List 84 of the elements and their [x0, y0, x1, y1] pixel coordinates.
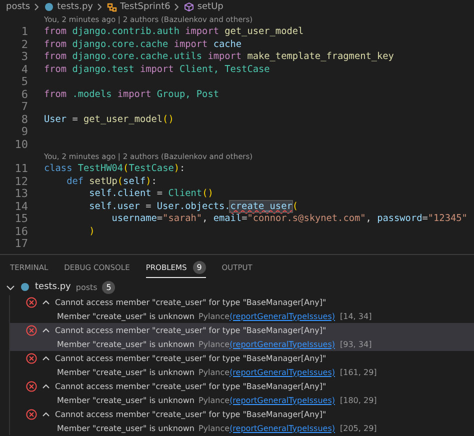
- problem-detail: Member "create_user" is unknown: [57, 396, 194, 404]
- breadcrumb-item[interactable]: setUp: [197, 2, 224, 12]
- breadcrumb-item[interactable]: tests.py: [57, 2, 94, 12]
- problem-position: [205, 29]: [340, 424, 377, 432]
- problem-message: Cannot access member "create_user" for type "BaseManager[Any]": [55, 410, 326, 418]
- line-number: 17: [14, 238, 28, 250]
- code-line: User = get_user_model(): [44, 114, 174, 126]
- problem-position: [180, 29]: [340, 396, 377, 404]
- problem-detail: Member "create_user" is unknown: [57, 368, 194, 376]
- problem-detail: Member "create_user" is unknown: [57, 340, 194, 348]
- problem-source: Pylance: [198, 312, 230, 320]
- python-file-icon: [20, 282, 30, 292]
- chevron-icon[interactable]: [6, 282, 15, 292]
- code-line: class TestHW04(TestCase):: [44, 163, 186, 176]
- code-line: from django.test import Client, TestCase: [44, 64, 270, 76]
- class-icon: [107, 2, 118, 12]
- code-line: self.client = Client(): [88, 188, 214, 200]
- rule-link[interactable]: (reportGeneralTypeIssues): [230, 368, 335, 376]
- line-number: 5: [20, 76, 28, 88]
- line-number: 6: [20, 88, 28, 101]
- count-badge: 5: [102, 280, 116, 294]
- problem-message: Cannot access member "create_user" for type "BaseManager[Any]": [55, 298, 326, 306]
- problem-item[interactable]: Cannot access member "create_user" for type "BaseManager[Any]" Member "create_user" is unknown Pylance(reportGeneralTypeIssues) [161, 29]: [9, 351, 474, 379]
- problem-source: Pylance: [198, 424, 230, 432]
- error-icon: [26, 324, 37, 336]
- line-number: 14: [14, 200, 28, 213]
- cube-icon: [184, 2, 194, 12]
- line-number: 2: [20, 38, 28, 51]
- line-number: 15: [14, 213, 28, 226]
- line-number: 1: [20, 26, 28, 38]
- problem-source: Pylance: [198, 368, 230, 376]
- line-number: 3: [20, 51, 28, 64]
- code-line: from django.core.cache import cache: [44, 38, 242, 51]
- code-line: username="sarah", email="connor.s@skynet.com", password="12345": [110, 213, 468, 226]
- code-line: from django.core.cache.utils import make_template_fragment_key: [44, 51, 394, 64]
- line-number: 4: [20, 64, 28, 76]
- chevron-icon: [173, 3, 182, 11]
- problem-position: [93, 34]: [340, 340, 372, 348]
- line-number: 13: [14, 188, 28, 200]
- code-line: self.user = User.objects.create_user(: [88, 200, 298, 213]
- problem-detail: Member "create_user" is unknown: [57, 312, 194, 320]
- problem-position: [161, 29]: [340, 368, 377, 376]
- folder-name: posts: [76, 282, 98, 292]
- error-icon: [26, 408, 37, 420]
- rule-link[interactable]: (reportGeneralTypeIssues): [230, 340, 335, 348]
- caret-icon: [42, 410, 50, 418]
- problem-item[interactable]: Cannot access member "create_user" for type "BaseManager[Any]" Member "create_user" is unknown Pylance(reportGeneralTypeIssues) [180, 29]: [9, 379, 474, 407]
- error-icon: [26, 352, 37, 364]
- code-line: def setUp(self):: [66, 176, 157, 188]
- error-icon: [26, 296, 37, 308]
- problem-source: Pylance: [198, 396, 230, 404]
- count-badge: 9: [192, 261, 206, 274]
- code-line: from django.contrib.auth import get_user_model: [44, 26, 304, 38]
- line-number: 12: [14, 176, 28, 188]
- line-number: 8: [20, 114, 28, 126]
- chevron-icon: [96, 3, 104, 11]
- line-number: 16: [14, 226, 28, 238]
- problem-message: Cannot access member "create_user" for type "BaseManager[Any]": [55, 354, 326, 362]
- line-number: 7: [20, 101, 28, 114]
- file-name[interactable]: tests.py: [35, 282, 71, 292]
- caret-icon: [42, 326, 50, 334]
- error-icon: [26, 380, 37, 392]
- rule-link[interactable]: (reportGeneralTypeIssues): [230, 424, 335, 432]
- line-number: 10: [14, 138, 28, 151]
- python-file-icon: [44, 2, 54, 12]
- line-number: 9: [20, 126, 28, 138]
- problem-message: Cannot access member "create_user" for type "BaseManager[Any]": [55, 382, 326, 390]
- breadcrumb-item[interactable]: posts: [6, 2, 30, 12]
- caret-icon: [42, 298, 50, 306]
- problem-source: Pylance: [198, 340, 230, 348]
- code-line: ): [88, 226, 95, 238]
- rule-link[interactable]: (reportGeneralTypeIssues): [230, 312, 335, 320]
- problem-message: Cannot access member "create_user" for type "BaseManager[Any]": [55, 326, 326, 334]
- line-number: 11: [14, 163, 28, 176]
- code-line: from .models import Group, Post: [44, 88, 219, 101]
- caret-icon: [42, 354, 50, 362]
- caret-icon: [42, 382, 50, 390]
- problem-detail: Member "create_user" is unknown: [57, 424, 194, 432]
- problem-position: [14, 34]: [340, 312, 372, 320]
- problem-item[interactable]: Cannot access member "create_user" for type "BaseManager[Any]" Member "create_user" is unknown Pylance(reportGeneralTypeIssues) [93, 34]: [9, 323, 474, 351]
- rule-link[interactable]: (reportGeneralTypeIssues): [230, 396, 335, 404]
- chevron-icon: [33, 3, 42, 11]
- breadcrumb-item[interactable]: TestSprint6: [120, 2, 170, 12]
- problem-item[interactable]: Cannot access member "create_user" for type "BaseManager[Any]" Member "create_user" is unknown Pylance(reportGeneralTypeIssues) [205, 29]: [9, 407, 474, 435]
